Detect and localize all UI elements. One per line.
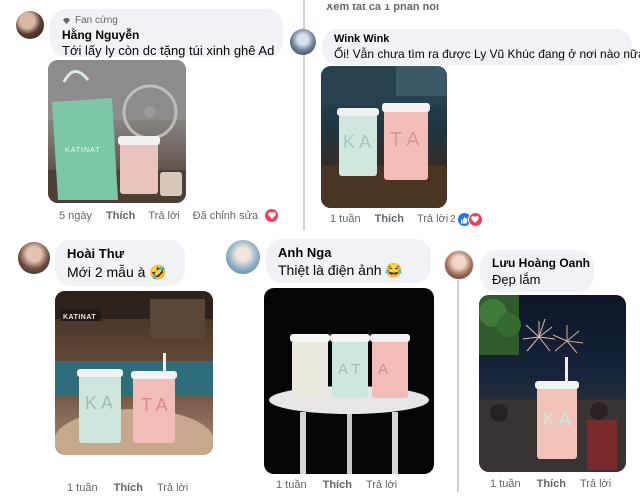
- view-replies-link[interactable]: Xem tất cả 1 phản hồi: [326, 4, 439, 16]
- comment-5: Lưu Hoàng Oanh Đẹp lắm K A 1 tuần Thích …: [440, 240, 640, 501]
- comment-4: Anh Nga Thiệt là điện ảnh 😂 A T A 1 tuần…: [218, 236, 440, 501]
- bag-logo: KATINAT: [65, 147, 101, 154]
- comment-bubble: Hoài Thư Mới 2 mẫu à 🤣: [55, 240, 185, 286]
- comment-1: Fan cứng Hằng Nguyễn Tới lấy ly còn dc t…: [0, 0, 300, 240]
- store-sign: KATINAT: [63, 314, 96, 321]
- photo-illustration: A T A: [269, 334, 429, 474]
- comment-bubble: Lưu Hoàng Oanh Đẹp lắm: [480, 250, 594, 292]
- comment-text: Thiệt là điện ảnh 😂: [278, 262, 403, 278]
- avatar[interactable]: [290, 29, 316, 55]
- author-name[interactable]: Wink Wink: [334, 33, 620, 45]
- reply-button[interactable]: Trả lời: [366, 479, 397, 491]
- svg-text:K A: K A: [85, 393, 113, 413]
- comment-actions: 1 tuần Thích Trả lời: [490, 478, 611, 490]
- comment-actions: 1 tuần Thích Trả lời: [330, 213, 448, 225]
- svg-text:A T: A T: [338, 361, 360, 378]
- comment-bubble: Wink Wink Ối! Vẫn chưa tìm ra được Ly Vũ…: [322, 29, 640, 65]
- comment-text: Mới 2 mẫu à 🤣: [67, 264, 167, 280]
- reaction-summary[interactable]: 2: [450, 212, 483, 227]
- svg-text:A: A: [378, 361, 388, 378]
- photo-illustration: KATINAT: [48, 60, 186, 203]
- reaction-summary[interactable]: [264, 208, 279, 223]
- avatar[interactable]: [18, 242, 50, 274]
- reply-button[interactable]: Trả lời: [580, 478, 611, 490]
- like-button[interactable]: Thích: [375, 213, 404, 225]
- comment-text: Tới lấy ly còn dc tặng túi xinh ghê Ad: [62, 43, 275, 58]
- heart-icon: [467, 212, 483, 227]
- reaction-count: 2: [450, 214, 456, 225]
- comment-2: Wink Wink Ối! Vẫn chưa tìm ra được Ly Vũ…: [290, 20, 640, 230]
- photo-illustration: K A T A: [321, 66, 447, 208]
- photo-illustration: KATINAT K A T A: [55, 291, 213, 455]
- svg-text:K A: K A: [543, 409, 571, 429]
- author-name[interactable]: Lưu Hoàng Oanh: [492, 256, 590, 270]
- comment-photo[interactable]: KATINAT: [48, 60, 186, 203]
- reply-button[interactable]: Trả lời: [148, 210, 179, 222]
- diamond-icon: [63, 17, 70, 24]
- comment-photo[interactable]: K A T A: [321, 66, 447, 208]
- avatar[interactable]: [226, 240, 260, 274]
- comment-text: Ối! Vẫn chưa tìm ra được Ly Vũ Khúc đang…: [334, 47, 640, 61]
- like-button[interactable]: Thích: [106, 210, 135, 222]
- heart-icon: [264, 208, 279, 223]
- comment-time[interactable]: 1 tuần: [276, 479, 307, 491]
- comment-time[interactable]: 5 ngày: [59, 210, 92, 222]
- comment-3: Hoài Thư Mới 2 mẫu à 🤣 KATINAT K A T A 1…: [0, 236, 220, 501]
- edited-label[interactable]: Đã chỉnh sửa: [193, 210, 258, 222]
- reply-button[interactable]: Trả lời: [157, 482, 188, 494]
- svg-text:T A: T A: [390, 129, 420, 151]
- comment-bubble: Fan cứng Hằng Nguyễn Tới lấy ly còn dc t…: [50, 9, 283, 58]
- avatar[interactable]: [444, 250, 474, 280]
- comment-text: Đẹp lắm: [492, 272, 541, 287]
- avatar[interactable]: [16, 11, 44, 39]
- badge-label: Fan cứng: [75, 15, 118, 26]
- fan-badge: Fan cứng: [62, 15, 271, 26]
- svg-text:K A: K A: [343, 132, 371, 152]
- comment-actions: 1 tuần Thích Trả lời: [276, 479, 397, 491]
- comment-photo[interactable]: K A: [479, 295, 626, 472]
- photo-illustration: K A: [479, 295, 626, 472]
- comment-actions: 1 tuần Thích Trả lời: [67, 482, 188, 494]
- comment-photo[interactable]: A T A: [264, 288, 434, 474]
- author-name[interactable]: Hằng Nguyễn: [62, 28, 271, 42]
- like-button[interactable]: Thích: [323, 479, 352, 491]
- comment-bubble: Anh Nga Thiệt là điện ảnh 😂: [266, 239, 431, 283]
- like-button[interactable]: Thích: [114, 482, 143, 494]
- comment-time[interactable]: 1 tuần: [330, 213, 361, 225]
- reply-button[interactable]: Trả lời: [417, 213, 448, 225]
- svg-text:T A: T A: [141, 395, 168, 415]
- author-name[interactable]: Hoài Thư: [67, 246, 173, 261]
- comment-actions: 5 ngày Thích Trả lời Đã chỉnh sửa: [59, 210, 258, 222]
- like-button[interactable]: Thích: [537, 478, 566, 490]
- comment-time[interactable]: 1 tuần: [67, 482, 98, 494]
- author-name[interactable]: Anh Nga: [278, 245, 419, 260]
- comment-time[interactable]: 1 tuần: [490, 478, 521, 490]
- comment-photo[interactable]: KATINAT K A T A: [55, 291, 213, 455]
